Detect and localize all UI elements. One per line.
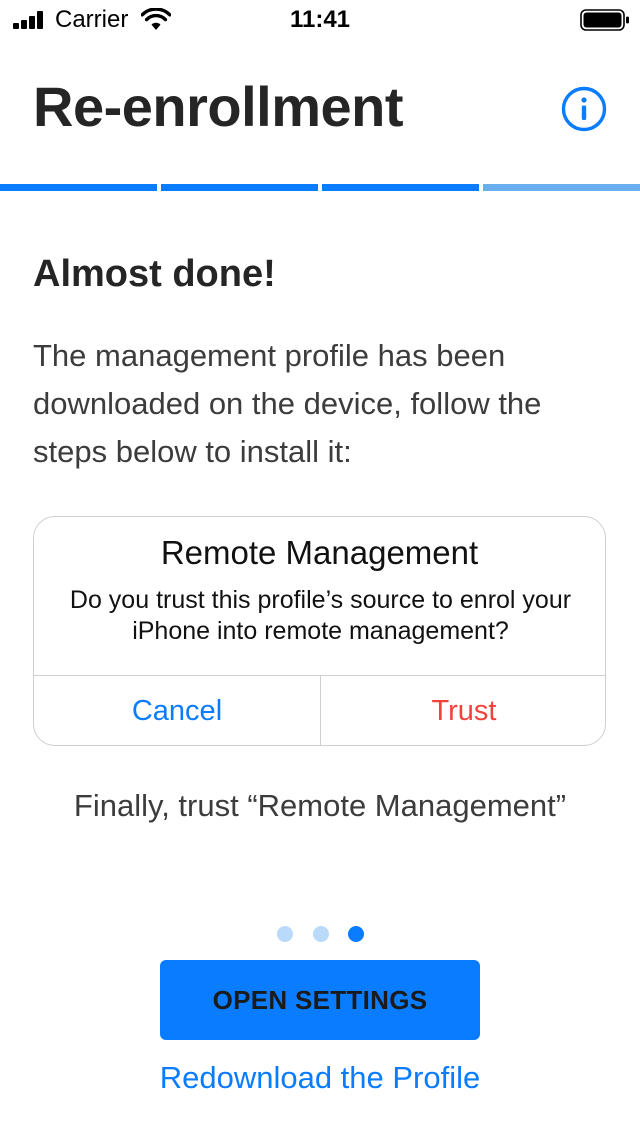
page-dot[interactable] — [277, 926, 293, 942]
page-indicator[interactable] — [276, 926, 366, 944]
progress-segment — [0, 184, 157, 191]
alert-message: Do you trust this profile’s source to en… — [69, 586, 572, 645]
progress-segment — [322, 184, 479, 191]
page-title: Re-enrollment — [33, 75, 404, 138]
progress-segment — [483, 184, 640, 191]
battery-icon — [580, 9, 629, 31]
step-description: The management profile has been download… — [33, 338, 542, 469]
clock: 11:41 — [289, 6, 351, 33]
page-dot[interactable] — [313, 926, 329, 942]
step-progress — [0, 184, 640, 191]
progress-segment — [161, 184, 318, 191]
alert-cancel-button: Cancel — [131, 695, 223, 727]
page-dot-active[interactable] — [348, 926, 364, 942]
redownload-profile-link[interactable]: Redownload the Profile — [0, 1060, 640, 1096]
alert-trust-button: Trust — [431, 695, 497, 727]
info-icon[interactable] — [561, 86, 607, 132]
alert-title: Remote Management — [160, 534, 479, 571]
status-bar: Carrier 11:41 — [0, 0, 640, 40]
open-settings-button[interactable]: OPEN SETTINGS — [160, 960, 480, 1040]
trust-alert-illustration: Remote Management Do you trust this prof… — [33, 516, 606, 746]
step-caption: Finally, trust “Remote Management” — [73, 788, 567, 823]
step-heading: Almost done! — [33, 253, 276, 295]
